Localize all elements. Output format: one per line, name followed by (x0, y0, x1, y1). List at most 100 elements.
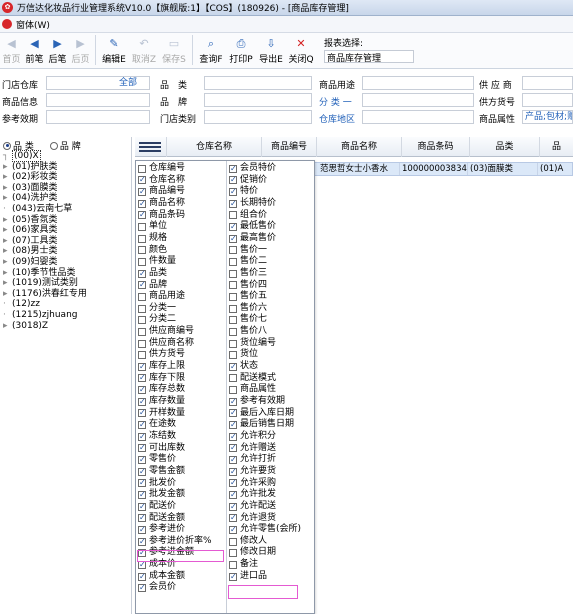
column-option[interactable]: 参考进价折率% (138, 536, 212, 548)
product-info-input[interactable] (46, 93, 150, 107)
store-input[interactable]: 全部 (46, 76, 150, 90)
tree-item[interactable]: ▸ (08)男士类 (3, 246, 57, 257)
column-checkbox[interactable] (229, 512, 237, 524)
tree-item[interactable]: ▸ (05)香氛类 (3, 215, 57, 226)
tree-item[interactable]: ▸ (03)面膜类 (3, 183, 57, 194)
column-option[interactable]: 售价四 (229, 280, 267, 292)
column-checkbox[interactable] (229, 396, 237, 407)
column-option[interactable]: 商品用途 (138, 291, 185, 303)
column-checkbox[interactable] (138, 407, 146, 419)
column-checkbox[interactable] (138, 396, 146, 407)
query-button[interactable]: ⌕ 查询F (196, 33, 226, 67)
column-checkbox[interactable] (229, 419, 237, 431)
column-checkbox[interactable] (138, 361, 146, 372)
column-checkbox[interactable] (229, 571, 237, 582)
header-barcode[interactable]: 商品条码 (402, 137, 470, 157)
column-option[interactable]: 零售金额 (138, 466, 185, 478)
tree-item[interactable]: ▸ (1176)洪春红专用 (3, 289, 87, 300)
column-option[interactable]: 商品属性 (229, 384, 276, 396)
header-warehouse-name[interactable]: 仓库名称 (167, 137, 262, 157)
column-checkbox[interactable] (229, 361, 237, 372)
ref-validity-input[interactable] (46, 110, 150, 124)
column-checkbox[interactable] (138, 198, 146, 209)
first-page-button[interactable]: ◀ 首页 (0, 33, 23, 67)
radio-category[interactable] (3, 141, 11, 150)
save-button[interactable]: ▭ 保存S (159, 33, 189, 67)
warehouse-region-input[interactable] (362, 110, 474, 124)
column-checkbox[interactable] (138, 327, 146, 336)
column-checkbox[interactable] (138, 512, 146, 524)
column-checkbox[interactable] (229, 466, 237, 477)
column-checkbox[interactable] (229, 560, 237, 569)
column-option[interactable]: 库存下限 (138, 372, 185, 385)
column-checkbox[interactable] (138, 466, 146, 477)
column-option[interactable]: 售价八 (229, 326, 267, 338)
column-option[interactable]: 品类 (138, 268, 167, 280)
column-checkbox[interactable] (138, 442, 146, 454)
column-option[interactable]: 商品编号 (138, 186, 185, 198)
radio-brand[interactable] (49, 141, 58, 150)
column-checkbox[interactable] (229, 454, 237, 466)
column-option[interactable]: 长期特价 (229, 198, 276, 210)
column-option[interactable]: 会员特价 (229, 163, 276, 175)
column-checkbox[interactable] (229, 489, 237, 501)
column-checkbox[interactable] (138, 234, 146, 243)
column-checkbox[interactable] (138, 501, 146, 512)
column-option[interactable]: 修改日期 (229, 547, 276, 559)
column-option[interactable]: 允许配送 (229, 501, 276, 513)
column-checkbox[interactable] (138, 582, 146, 594)
column-checkbox[interactable] (138, 384, 146, 396)
column-option[interactable]: 最高售价 (229, 233, 276, 245)
tree-item[interactable]: ▸ (02)彩妆类 (3, 172, 57, 183)
tree-item[interactable]: · (1215)zjhuang (3, 310, 78, 321)
column-option[interactable]: 成本金额 (138, 571, 185, 583)
tree-item[interactable]: ▸ (3018)Z (3, 321, 48, 332)
column-option[interactable]: 允许采购 (229, 477, 276, 490)
column-option[interactable]: 售价七 (229, 314, 267, 326)
class1-input[interactable] (362, 93, 474, 107)
column-option[interactable]: 参考进价 (138, 524, 185, 536)
column-checkbox[interactable] (138, 316, 146, 325)
column-option[interactable]: 允许退货 (229, 512, 276, 525)
column-checkbox[interactable] (229, 524, 237, 536)
column-option[interactable]: 供应商名称 (138, 338, 194, 350)
tree-item[interactable]: ┐ (00)X (3, 150, 41, 162)
column-checkbox[interactable] (138, 351, 146, 360)
tree-item[interactable]: ▸ (04)洗护类 (3, 193, 57, 204)
column-checkbox[interactable] (138, 292, 146, 301)
column-option[interactable]: 备注 (229, 559, 258, 571)
column-checkbox[interactable] (229, 257, 237, 266)
column-checkbox[interactable] (229, 281, 237, 290)
prev-record-button[interactable]: ◀ 前笔 (23, 33, 46, 67)
column-option[interactable]: 进口品 (229, 571, 267, 583)
column-option[interactable]: 配送价 (138, 501, 176, 513)
column-option[interactable]: 售价三 (229, 268, 267, 280)
column-option[interactable]: 件数量 (138, 256, 176, 268)
column-checkbox[interactable] (138, 524, 146, 536)
store-category-input[interactable] (204, 110, 312, 124)
column-option[interactable]: 特价 (229, 186, 258, 198)
column-option[interactable]: 促销价 (229, 174, 267, 187)
column-option[interactable]: 库存数量 (138, 396, 185, 408)
column-option[interactable]: 状态 (229, 361, 258, 373)
column-option[interactable]: 分类二 (138, 314, 176, 326)
column-checkbox[interactable] (138, 223, 146, 232)
column-checkbox[interactable] (229, 374, 237, 383)
column-option[interactable]: 最后入库日期 (229, 407, 294, 420)
column-checkbox[interactable] (229, 407, 237, 419)
tree-item[interactable]: · (043)云南七草 (3, 204, 72, 215)
column-checkbox[interactable] (229, 351, 237, 360)
header-brand[interactable]: 品 (540, 137, 573, 157)
tree-item[interactable]: ▸ (06)家具类 (3, 225, 57, 236)
usage-input[interactable] (362, 76, 474, 90)
column-checkbox[interactable] (229, 431, 237, 442)
column-option[interactable]: 参考有效期 (229, 396, 285, 408)
column-option[interactable]: 规格 (138, 233, 167, 245)
class1-label[interactable]: 分 类 一 (319, 95, 352, 108)
column-checkbox[interactable] (138, 547, 146, 559)
column-checkbox[interactable] (229, 198, 237, 209)
column-checkbox[interactable] (229, 269, 237, 278)
column-option[interactable]: 商品名称 (138, 198, 185, 210)
menu-window[interactable]: 窗体(W) (16, 18, 50, 31)
column-checkbox[interactable] (138, 454, 146, 466)
